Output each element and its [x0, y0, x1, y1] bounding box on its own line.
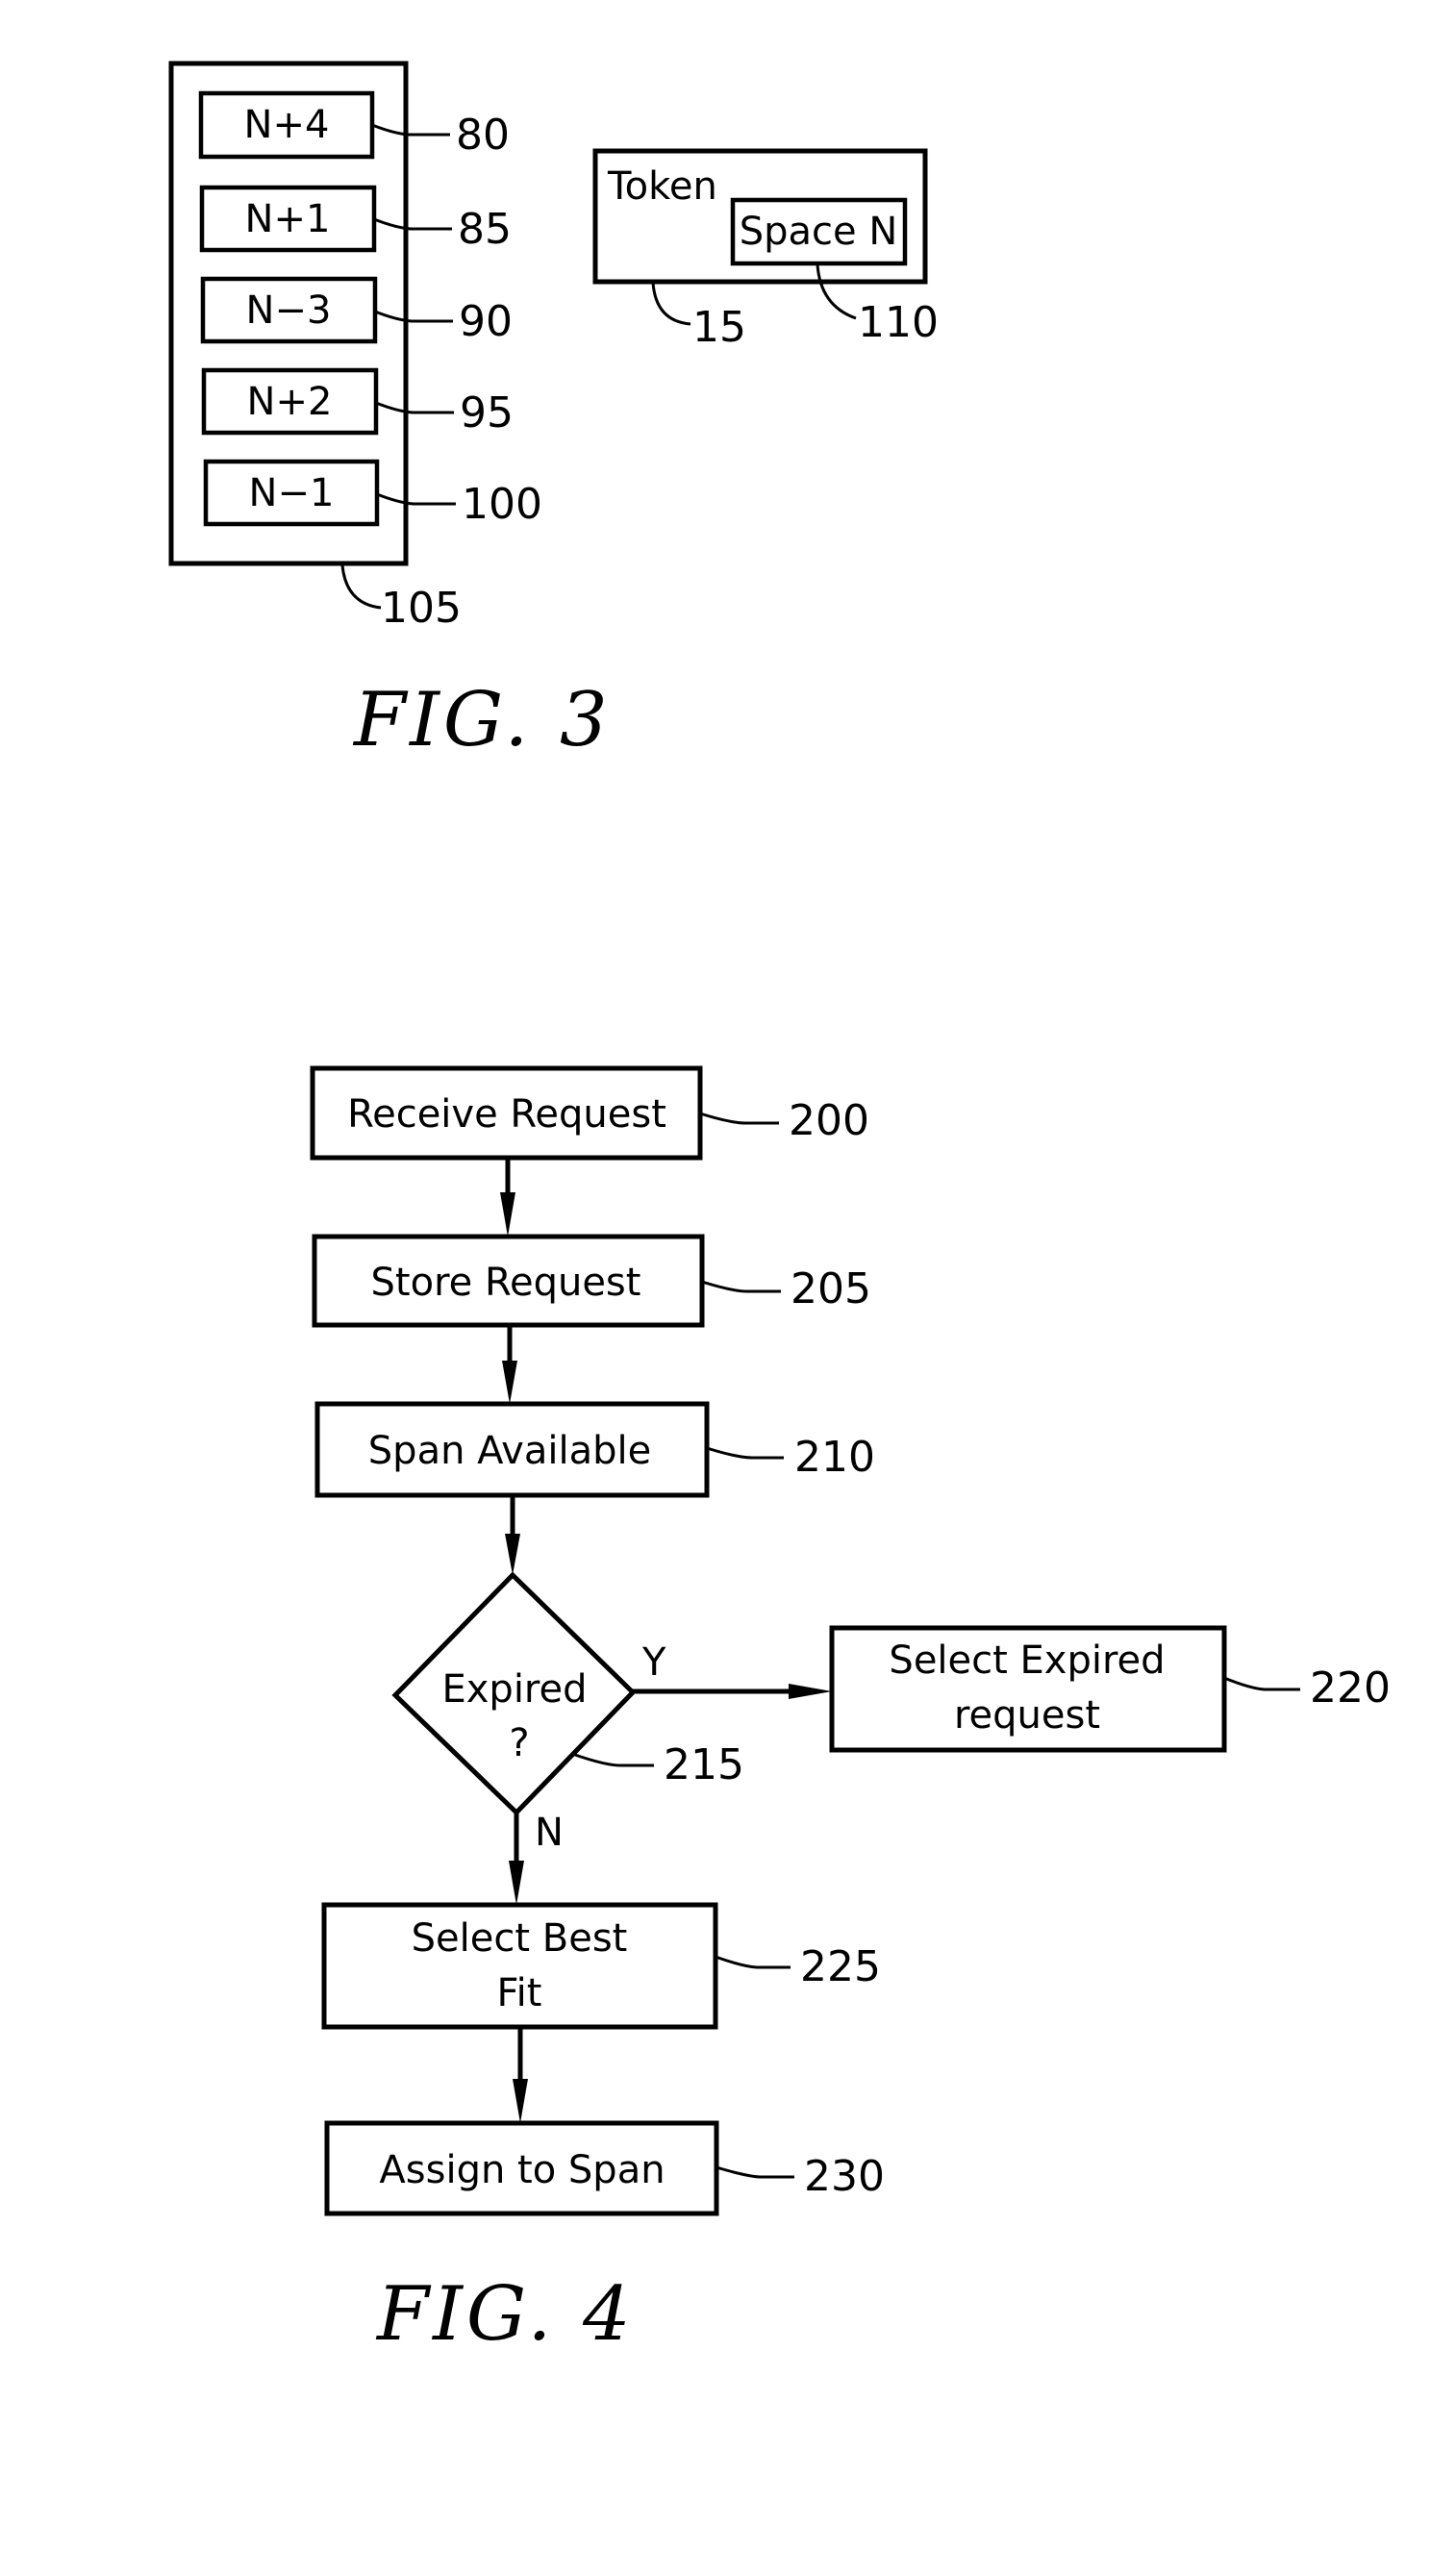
- step-label-line1: Select Best: [412, 1916, 628, 1961]
- yes-branch-label: Y: [641, 1640, 666, 1685]
- stack-item: N−1 100: [203, 459, 542, 529]
- step-label-line1: Select Expired: [889, 1638, 1165, 1683]
- ref-number: 215: [664, 1740, 744, 1789]
- arrowhead-icon: [500, 1192, 515, 1237]
- stack-item-label: N+2: [247, 380, 333, 424]
- step-label: Receive Request: [347, 1092, 666, 1137]
- fig3: N+4 80 N+1 85 N−3 90 N+2 95 N−1 100 105 …: [168, 61, 939, 763]
- ref-number: 110: [858, 298, 939, 347]
- step-label: Store Request: [371, 1261, 641, 1305]
- figure-caption: FIG. 4: [375, 2271, 635, 2358]
- leader-line: [1223, 1676, 1300, 1691]
- ref-number: 80: [456, 111, 510, 160]
- stack-item-label: N+1: [245, 197, 331, 241]
- arrowhead-icon: [513, 2079, 528, 2123]
- stack-item-label: N+4: [244, 103, 330, 147]
- ref-number: 225: [800, 1942, 881, 1991]
- ref-number: 210: [794, 1433, 875, 1482]
- arrowhead-icon: [509, 1861, 524, 1905]
- stack-item-label: N−3: [246, 288, 332, 333]
- stack-item: N−3 90: [200, 276, 513, 346]
- step-label: Span Available: [368, 1429, 651, 1473]
- flow-step-span-available: Span Available 210: [314, 1401, 875, 1498]
- leader-line: [574, 1753, 654, 1767]
- leader-line: [706, 1446, 784, 1460]
- stack-item-label: N−1: [249, 471, 335, 515]
- step-label-line2: Fit: [497, 1971, 542, 2015]
- flow-step-store-request: Store Request 205: [312, 1234, 871, 1328]
- arrowhead-icon: [502, 1361, 517, 1404]
- step-label: Assign to Span: [379, 2148, 665, 2192]
- ref-number: 95: [460, 388, 514, 438]
- patent-drawing-sheet: N+4 80 N+1 85 N−3 90 N+2 95 N−1 100 105 …: [168, 61, 1391, 2358]
- token-title: Token: [607, 164, 717, 209]
- stack-item: N+2 95: [201, 367, 514, 438]
- ref-number: 205: [791, 1264, 871, 1313]
- no-branch-label: N: [535, 1811, 564, 1855]
- ref-number: 85: [458, 205, 512, 254]
- ref-number: 200: [789, 1096, 869, 1145]
- leader-line: [699, 1112, 779, 1125]
- decision-label: Expired: [441, 1667, 587, 1712]
- ref-number: 15: [692, 303, 746, 352]
- step-label-line2: request: [954, 1693, 1100, 1738]
- ref-number: 220: [1310, 1663, 1391, 1713]
- flow-step-select-expired: Select Expired request 220: [829, 1625, 1391, 1753]
- leader-line: [716, 2165, 794, 2179]
- arrowhead-icon: [789, 1684, 832, 1699]
- stack-item: N+4 80: [198, 90, 510, 160]
- leader-line: [715, 1955, 791, 1969]
- stack-item: N+1 85: [199, 185, 512, 254]
- ref-number: 100: [462, 480, 542, 529]
- decision-question-mark: ?: [509, 1721, 529, 1765]
- leader-line: [651, 282, 691, 326]
- flow-decision-expired: Expired ? 215 Y N: [391, 1571, 744, 1855]
- ref-number: 105: [381, 584, 462, 633]
- fig4: Receive Request 200 Store Request 205 Sp…: [310, 1065, 1391, 2358]
- ref-number: 90: [459, 297, 513, 346]
- flow-step-select-best-fit: Select Best Fit 225: [321, 1902, 881, 2030]
- leader-line: [340, 564, 382, 610]
- figure-caption: FIG. 3: [352, 677, 612, 763]
- leader-line: [701, 1280, 781, 1293]
- arrowhead-icon: [505, 1534, 520, 1575]
- space-label: Space N: [740, 210, 898, 254]
- ref-number: 230: [804, 2152, 885, 2201]
- flow-step-receive-request: Receive Request 200: [310, 1065, 869, 1161]
- flow-step-assign-to-span: Assign to Span 230: [324, 2120, 885, 2216]
